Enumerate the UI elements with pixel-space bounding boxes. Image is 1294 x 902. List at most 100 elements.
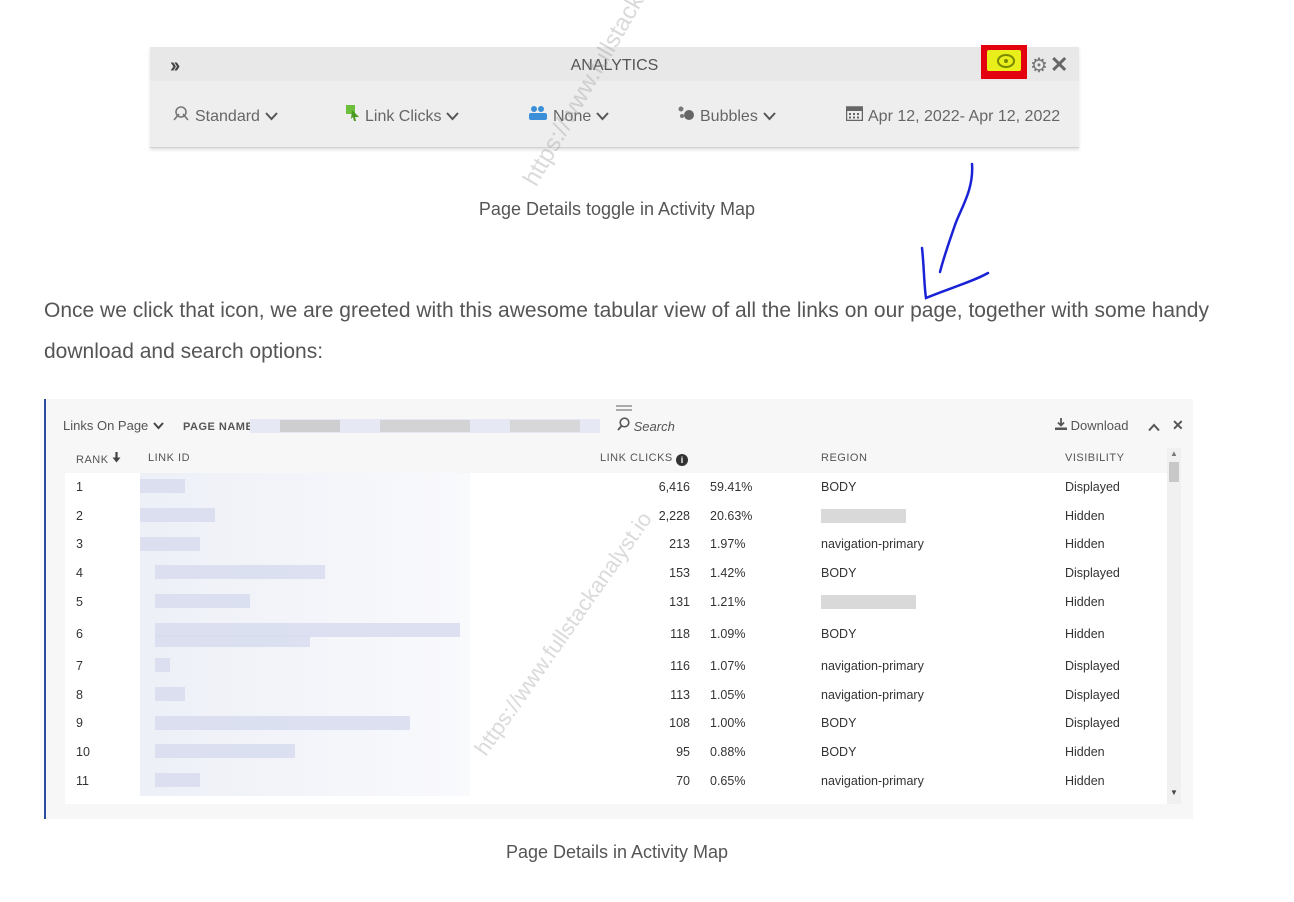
segment-icon [172,105,190,126]
links-on-page-selector[interactable]: Links On Page [63,418,164,433]
collapse-icon[interactable] [1148,419,1160,437]
download-button[interactable]: Download [1055,418,1128,433]
table-row[interactable]: 5 131 1.21% Hidden [65,588,1168,618]
table-row[interactable]: 9 108 1.00% BODY Displayed [65,710,1168,739]
rank-cell: 7 [76,659,83,673]
rank-cell: 3 [76,537,83,551]
page-details-toggle-button[interactable] [987,50,1021,71]
scrollbar[interactable]: ▲ ▼ [1167,448,1181,804]
link-clicks-percent-cell: 1.09% [710,627,746,641]
table-row[interactable]: 11 70 0.65% navigation-primary Hidden [65,767,1168,797]
link-clicks-percent-cell: 20.63% [710,509,753,523]
visibility-cell: Displayed [1065,659,1120,673]
date-range-label: Apr 12, 2022- Apr 12, 2022 [868,108,1061,125]
close-panel-icon[interactable]: ✕ [1172,417,1184,434]
rank-cell: 8 [76,688,83,702]
column-header-region[interactable]: REGION [821,452,867,464]
sort-down-icon [112,452,121,466]
link-clicks-cell: 70 [676,774,690,788]
scroll-down-icon[interactable]: ▼ [1170,788,1178,797]
column-header-visibility[interactable]: VISIBILITY [1065,452,1124,464]
selector-label: Bubbles [700,108,758,125]
date-range-selector[interactable]: Apr 12, 2022- Apr 12, 2022 [845,105,1061,126]
link-id-cell [140,738,470,767]
link-id-cell [140,588,470,617]
close-icon[interactable]: ✕ [1050,52,1068,78]
scroll-up-icon[interactable]: ▲ [1170,449,1178,458]
region-cell: navigation-primary [821,774,924,788]
region-cell: navigation-primary [821,537,924,551]
link-id-cell [140,710,470,738]
link-id-cell [140,652,470,681]
rank-cell: 4 [76,566,83,580]
link-clicks-percent-cell: 1.05% [710,688,746,702]
table-row[interactable]: 6 118 1.09% BODY Hidden [65,617,1168,653]
selector-standard[interactable]: Standard [172,105,278,126]
gear-icon[interactable]: ⚙ [1030,53,1048,78]
scrollbar-thumb[interactable] [1169,462,1179,482]
calendar-icon [845,105,864,126]
rank-cell: 1 [76,480,83,494]
link-clicks-cell: 6,416 [658,480,690,494]
region-cell-redacted [821,595,916,609]
annotation-arrow [920,162,990,300]
link-clicks-percent-cell: 1.42% [710,566,746,580]
rank-cell: 11 [76,774,89,788]
selector-label: Standard [195,108,260,125]
table-row[interactable]: 7 116 1.07% navigation-primary Displayed [65,652,1168,682]
link-clicks-cell: 213 [669,537,690,551]
search-icon [617,417,630,434]
link-clicks-cell: 113 [670,688,690,702]
link-clicks-percent-cell: 1.21% [710,595,746,609]
region-cell: navigation-primary [821,688,924,702]
column-header-link-id[interactable]: LINK ID [148,452,190,464]
selector-bubbles[interactable]: Bubbles [677,105,776,126]
visibility-cell: Displayed [1065,688,1120,702]
column-header-link-clicks[interactable]: LINK CLICKS i [600,452,689,466]
column-header-rank[interactable]: RANK [76,452,121,466]
link-clicks-cell: 116 [670,659,690,673]
table-row[interactable]: 2 2,228 20.63% Hidden [65,502,1168,532]
link-clicks-cell: 118 [670,627,690,641]
info-icon[interactable]: i [676,454,689,466]
link-clicks-cell: 2,228 [658,509,690,523]
link-clicks-cell: 95 [676,745,690,759]
link-clicks-cell: 153 [669,566,690,580]
visibility-cell: Hidden [1065,627,1105,641]
link-clicks-percent-cell: 1.97% [710,537,746,551]
table-row[interactable]: 8 113 1.05% navigation-primary Displayed [65,681,1168,711]
region-cell: BODY [821,716,857,730]
table-row[interactable]: 10 95 0.88% BODY Hidden [65,738,1168,768]
link-clicks-percent-cell: 0.65% [710,774,746,788]
link-click-icon [346,105,360,126]
chevron-down-icon [265,109,278,124]
region-cell-redacted [821,509,906,523]
drag-handle[interactable] [616,405,632,407]
page-name-value [250,417,600,435]
visibility-cell: Hidden [1065,774,1105,788]
visibility-cell: Displayed [1065,480,1120,494]
visibility-cell: Displayed [1065,716,1120,730]
page-name-label: PAGE NAME [183,421,254,433]
eye-icon [997,54,1015,68]
visibility-cell: Hidden [1065,509,1105,523]
page-details-panel: Links On Page PAGE NAME Search Download … [44,399,1193,819]
link-id-cell [140,767,470,796]
search-field[interactable]: Search [617,417,675,434]
table-row[interactable]: 1 6,416 59.41% BODY Displayed [65,473,1168,503]
visibility-cell: Hidden [1065,595,1105,609]
people-icon [528,105,548,126]
selector-link-clicks[interactable]: Link Clicks [346,105,460,126]
rank-cell: 2 [76,509,83,523]
visibility-cell: Displayed [1065,566,1120,580]
region-cell: BODY [821,566,857,580]
link-clicks-percent-cell: 1.00% [710,716,746,730]
bubbles-icon [677,105,695,126]
chevron-down-icon [763,109,776,124]
rank-cell: 6 [76,627,83,641]
region-cell: BODY [821,745,857,759]
download-icon [1055,418,1067,433]
link-clicks-percent-cell: 1.07% [710,659,746,673]
region-cell: BODY [821,627,857,641]
link-id-cell [140,531,470,559]
